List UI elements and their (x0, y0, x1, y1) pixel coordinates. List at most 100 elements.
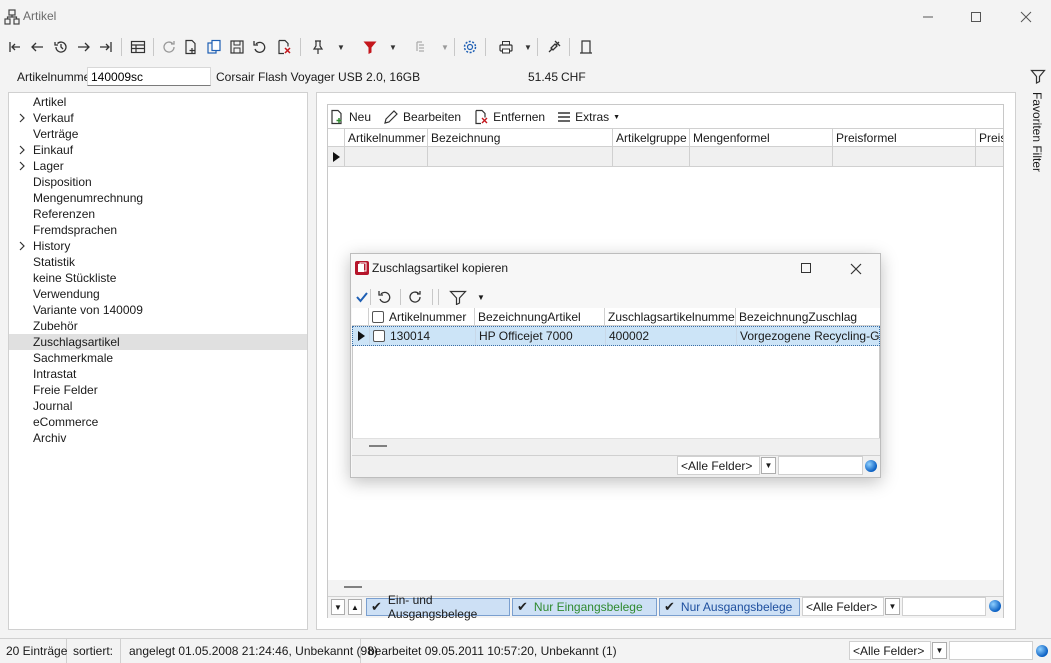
tree-item[interactable]: Journal (9, 398, 307, 414)
table-row[interactable] (328, 147, 1003, 167)
print-dropdown[interactable]: ▼ (523, 34, 533, 60)
field-select-dropdown[interactable]: ▼ (885, 598, 900, 615)
close-button[interactable] (1003, 0, 1049, 34)
remove-button[interactable]: Entfernen (473, 109, 545, 125)
tree-item[interactable]: Einkauf (9, 142, 307, 158)
status-search-input[interactable] (949, 641, 1033, 660)
chevron-right-icon[interactable] (17, 113, 27, 123)
new-button[interactable]: Neu (329, 109, 371, 125)
column-header[interactable]: Preise (975, 129, 1003, 147)
column-header[interactable]: BezeichnungZuschlag (735, 308, 878, 325)
globe-icon[interactable] (989, 600, 1001, 612)
tree-item[interactable]: Verwendung (9, 286, 307, 302)
first-record-icon[interactable] (4, 34, 26, 60)
tree-item[interactable]: Mengenumrechnung (9, 190, 307, 206)
minimize-button[interactable] (905, 0, 951, 34)
prev-record-icon[interactable] (26, 34, 48, 60)
filter-dropdown[interactable]: ▼ (475, 288, 487, 306)
pin-dropdown[interactable]: ▼ (336, 34, 346, 60)
history-icon[interactable] (50, 34, 72, 60)
filter-icon[interactable] (359, 34, 381, 60)
chevron-right-icon[interactable] (17, 161, 27, 171)
tree-item[interactable]: Referenzen (9, 206, 307, 222)
column-header[interactable]: Artikelgruppe (612, 129, 690, 147)
dialog-field-dropdown[interactable]: ▼ (761, 457, 776, 474)
dialog-search-input[interactable] (778, 456, 863, 475)
maximize-button[interactable] (953, 0, 999, 34)
save-icon[interactable] (226, 34, 248, 60)
tree-item[interactable]: Variante von 140009 (9, 302, 307, 318)
window-title: Artikel (23, 9, 57, 23)
scroll-up-button[interactable]: ▲ (348, 599, 362, 615)
tree-item[interactable]: Statistik (9, 254, 307, 270)
column-header[interactable]: BezeichnungArtikel (474, 308, 605, 325)
last-record-icon[interactable] (95, 34, 117, 60)
tree-item[interactable]: Zubehör (9, 318, 307, 334)
chevron-right-icon[interactable] (17, 145, 27, 155)
status-field-dropdown[interactable]: ▼ (932, 642, 947, 659)
refresh-icon[interactable] (406, 288, 424, 306)
new-doc-icon[interactable] (180, 34, 202, 60)
tree-item-label: Freie Felder (33, 383, 98, 397)
tree-item[interactable]: Disposition (9, 174, 307, 190)
table-view-icon[interactable] (127, 34, 149, 60)
filter-outgoing[interactable]: ✔ Nur Ausgangsbelege (659, 598, 800, 616)
link-icon[interactable] (543, 34, 565, 60)
column-header[interactable]: Preisformel (832, 129, 976, 147)
table-row[interactable]: 130014 HP Officejet 7000 400002 Vorgezog… (352, 326, 880, 346)
door-icon[interactable] (575, 34, 597, 60)
print-icon[interactable] (495, 34, 517, 60)
confirm-check-icon[interactable] (354, 288, 370, 306)
article-number-input[interactable] (87, 67, 211, 86)
search-input[interactable] (902, 597, 986, 616)
chevron-right-icon[interactable] (17, 241, 27, 251)
scroll-down-button[interactable]: ▼ (331, 599, 345, 615)
tree-item[interactable]: Fremdsprachen (9, 222, 307, 238)
refresh-icon[interactable] (158, 34, 180, 60)
tree-item-label: Einkauf (33, 143, 74, 157)
list-dropdown[interactable]: ▼ (440, 34, 450, 60)
list-icon[interactable] (411, 34, 433, 60)
globe-icon[interactable] (865, 460, 877, 472)
undo-icon[interactable] (376, 288, 394, 306)
field-select[interactable]: <Alle Felder> (802, 597, 884, 616)
tree-item[interactable]: keine Stückliste (9, 270, 307, 286)
tree-item[interactable]: Lager (9, 158, 307, 174)
dialog-maximize-button[interactable] (800, 262, 812, 274)
globe-icon[interactable] (1036, 645, 1048, 657)
dialog-app-icon (355, 261, 369, 275)
edit-button[interactable]: Bearbeiten (383, 109, 461, 125)
next-record-icon[interactable] (73, 34, 95, 60)
dialog-close-button[interactable] (849, 262, 863, 276)
tree-item[interactable]: Verträge (9, 126, 307, 142)
tree-item[interactable]: Artikel (9, 94, 307, 110)
status-field-select[interactable]: <Alle Felder> (849, 641, 931, 660)
pin-icon[interactable] (307, 34, 329, 60)
funnel-icon[interactable] (1030, 68, 1046, 84)
filter-dropdown[interactable]: ▼ (388, 34, 398, 60)
extras-button[interactable]: Extras ▼ (557, 110, 620, 124)
tree-item[interactable]: eCommerce (9, 414, 307, 430)
dialog-grid-footer (352, 438, 880, 455)
column-header[interactable]: Artikelnummer (368, 308, 475, 325)
column-header[interactable]: Artikelnummer (344, 129, 428, 147)
tree-item[interactable]: Verkauf (9, 110, 307, 126)
tree-item[interactable]: Freie Felder (9, 382, 307, 398)
copy-icon[interactable] (203, 34, 225, 60)
tree-item[interactable]: Zuschlagsartikel (9, 334, 307, 350)
favorites-filter-tab[interactable]: Favoriten Filter (1030, 92, 1044, 172)
tree-item[interactable]: Intrastat (9, 366, 307, 382)
filter-incoming[interactable]: ✔ Nur Eingangsbelege (512, 598, 657, 616)
tree-item[interactable]: Archiv (9, 430, 307, 446)
column-header[interactable]: Mengenformel (689, 129, 833, 147)
dialog-field-select[interactable]: <Alle Felder> (677, 456, 760, 475)
settings-icon[interactable] (459, 34, 481, 60)
funnel-icon[interactable] (448, 288, 468, 306)
tree-item[interactable]: Sachmerkmale (9, 350, 307, 366)
column-header[interactable]: Zuschlagsartikelnummer (604, 308, 736, 325)
delete-icon[interactable] (273, 34, 295, 60)
tree-item[interactable]: History (9, 238, 307, 254)
filter-all-documents[interactable]: ✔ Ein- und Ausgangsbelege (366, 593, 510, 621)
undo-icon[interactable] (249, 34, 271, 60)
column-header[interactable]: Bezeichnung (427, 129, 613, 147)
